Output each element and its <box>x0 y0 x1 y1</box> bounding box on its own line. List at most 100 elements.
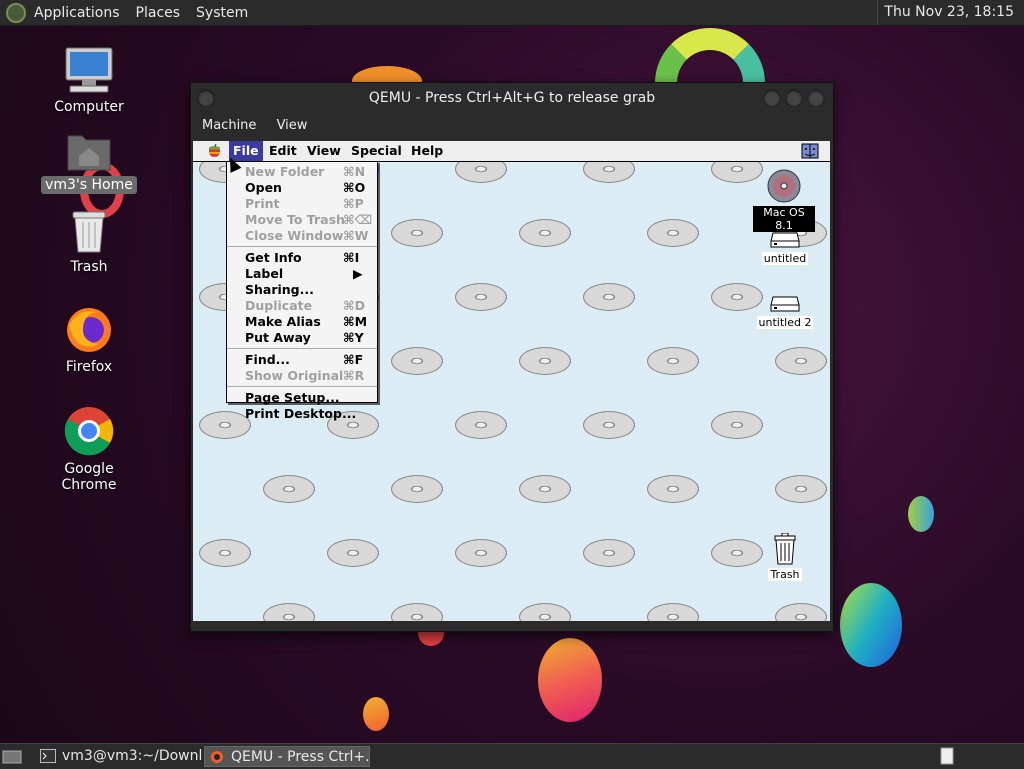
mac-trash-icon <box>774 532 796 565</box>
file-menu-item: New Folder ⌘N <box>227 164 377 180</box>
desktop-pattern-cd <box>583 539 635 567</box>
menu-item-label: Page Setup... <box>245 390 340 405</box>
desktop-pattern-cd <box>775 475 827 503</box>
minimize-button[interactable] <box>763 89 781 107</box>
mac-icon-label: untitled 2 <box>756 316 814 329</box>
file-menu-item[interactable]: Label ▶ <box>227 266 377 282</box>
desktop-pattern-cd <box>519 603 571 621</box>
task-qemu[interactable]: QEMU - Press Ctrl+... <box>204 746 370 767</box>
applications-menu[interactable]: Applications <box>26 5 128 21</box>
menu-item-label: Print <box>245 196 280 211</box>
menu-item-shortcut: ⌘Y <box>343 330 364 345</box>
menu-item-label: Put Away <box>245 330 311 345</box>
menu-separator <box>227 246 377 247</box>
menu-item-label: Move To Trash <box>245 212 345 227</box>
maximize-button[interactable] <box>785 89 803 107</box>
menu-item-label: Show Original <box>245 368 344 383</box>
places-menu[interactable]: Places <box>128 5 189 21</box>
qemu-titlebar[interactable]: QEMU - Press Ctrl+Alt+G to release grab <box>191 83 833 113</box>
desktop-icon-label: Google Chrome <box>61 461 117 493</box>
file-menu-item[interactable]: Get Info ⌘I <box>227 250 377 266</box>
mac-menu-help[interactable]: Help <box>407 141 447 161</box>
desktop-pattern-cd <box>647 475 699 503</box>
qemu-icon <box>211 751 223 763</box>
desktop-icon-label: Firefox <box>65 359 113 375</box>
menu-item-shortcut: ⌘M <box>343 314 368 329</box>
menu-item-label: Sharing... <box>245 282 314 297</box>
mac-menu-view[interactable]: View <box>303 141 345 161</box>
apple-menu-icon[interactable] <box>208 144 221 158</box>
menu-item-shortcut: ⌘F <box>343 352 364 367</box>
file-menu-item[interactable]: Put Away ⌘Y <box>227 330 377 346</box>
mac-menu-special[interactable]: Special <box>347 141 406 161</box>
desktop-icon-chrome[interactable]: Google Chrome <box>34 406 144 494</box>
desktop-icon-label: Trash <box>70 259 108 275</box>
desktop-pattern-cd <box>519 219 571 247</box>
computer-icon <box>65 47 113 93</box>
desktop-icon-computer[interactable]: Computer <box>34 46 144 116</box>
menu-item-shortcut: ⌘D <box>343 298 365 313</box>
qemu-menu-view[interactable]: View <box>269 118 316 133</box>
vm-screen[interactable]: Mac OS 8.1 untitled untitled 2 Trash Fil… <box>193 141 830 621</box>
desktop-icon-firefox[interactable]: Firefox <box>34 306 144 376</box>
show-desktop-icon[interactable] <box>2 749 22 765</box>
finder-app-icon[interactable] <box>801 143 819 159</box>
submenu-arrow-icon: ▶ <box>353 266 363 281</box>
menu-item-label: Close Window <box>245 228 344 243</box>
desktop-icon-trash[interactable]: Trash <box>34 208 144 276</box>
mac-menubar: File Edit View Special Help <box>193 141 830 162</box>
workspace-switcher-icon[interactable] <box>940 747 954 765</box>
decor-blob-small-orange <box>363 697 389 731</box>
task-terminal[interactable]: vm3@vm3:~/Downl... <box>36 746 202 767</box>
file-menu-item[interactable]: Sharing... <box>227 282 377 298</box>
desktop-pattern-cd <box>647 347 699 375</box>
desktop-pattern-cd <box>455 411 507 439</box>
desktop-pattern-cd <box>647 603 699 621</box>
desktop-pattern-cd <box>455 283 507 311</box>
system-menu[interactable]: System <box>188 5 256 21</box>
clock[interactable]: Thu Nov 23, 18:15 <box>877 0 1020 25</box>
file-menu-item[interactable]: Print Desktop... <box>227 406 377 422</box>
file-menu-item[interactable]: Find... ⌘F <box>227 352 377 368</box>
file-menu-item[interactable]: Open ⌘O <box>227 180 377 196</box>
desktop-pattern-cd <box>519 347 571 375</box>
file-menu-item: Close Window ⌘W <box>227 228 377 244</box>
qemu-window[interactable]: QEMU - Press Ctrl+Alt+G to release grab … <box>190 82 834 632</box>
firefox-icon <box>67 308 111 352</box>
menu-item-shortcut: ⌘W <box>343 228 369 243</box>
menu-item-shortcut: ⌘R <box>343 368 365 383</box>
desktop-pattern-cd <box>711 411 763 439</box>
bottom-panel: vm3@vm3:~/Downl... QEMU - Press Ctrl+... <box>0 743 1024 769</box>
file-menu-item: Move To Trash ⌘⌫ <box>227 212 377 228</box>
decor-blob-cyan <box>908 496 934 532</box>
menu-item-label: Make Alias <box>245 314 321 329</box>
window-menu-button[interactable] <box>197 89 215 107</box>
menu-item-label: New Folder <box>245 164 325 179</box>
menu-item-shortcut: ⌘⌫ <box>343 212 373 227</box>
home-folder-icon <box>67 135 111 171</box>
desktop-pattern-cd <box>519 475 571 503</box>
mac-icon-trash[interactable]: Trash <box>759 532 811 581</box>
distro-logo-icon[interactable] <box>6 2 26 23</box>
chrome-icon <box>64 407 114 456</box>
decor-blob-red <box>538 638 602 722</box>
file-menu-dropdown: New Folder ⌘N Open ⌘O Print ⌘P Move To Trash ⌘⌫… <box>226 161 378 421</box>
desktop-icon-home[interactable]: vm3's Home <box>34 130 144 194</box>
menu-separator <box>227 386 377 387</box>
mac-icon-untitled-2[interactable]: untitled 2 <box>751 293 819 329</box>
mac-icon-macos-cd[interactable]: Mac OS 8.1 <box>753 169 815 232</box>
desktop-pattern-cd <box>647 219 699 247</box>
desktop-pattern-cd <box>199 539 251 567</box>
file-menu-item[interactable]: Make Alias ⌘M <box>227 314 377 330</box>
mac-icon-untitled[interactable]: untitled <box>755 229 815 265</box>
file-menu-item[interactable]: Page Setup... <box>227 390 377 406</box>
desktop-pattern-cd <box>263 475 315 503</box>
desktop-pattern-cd <box>263 603 315 621</box>
terminal-icon <box>40 749 56 763</box>
desktop-icon-label: vm3's Home <box>41 176 137 194</box>
qemu-menu-machine[interactable]: Machine <box>194 118 264 133</box>
mac-menu-edit[interactable]: Edit <box>265 141 301 161</box>
menu-item-shortcut: ⌘I <box>343 250 360 265</box>
desktop-pattern-cd <box>327 539 379 567</box>
close-button[interactable] <box>807 89 825 107</box>
